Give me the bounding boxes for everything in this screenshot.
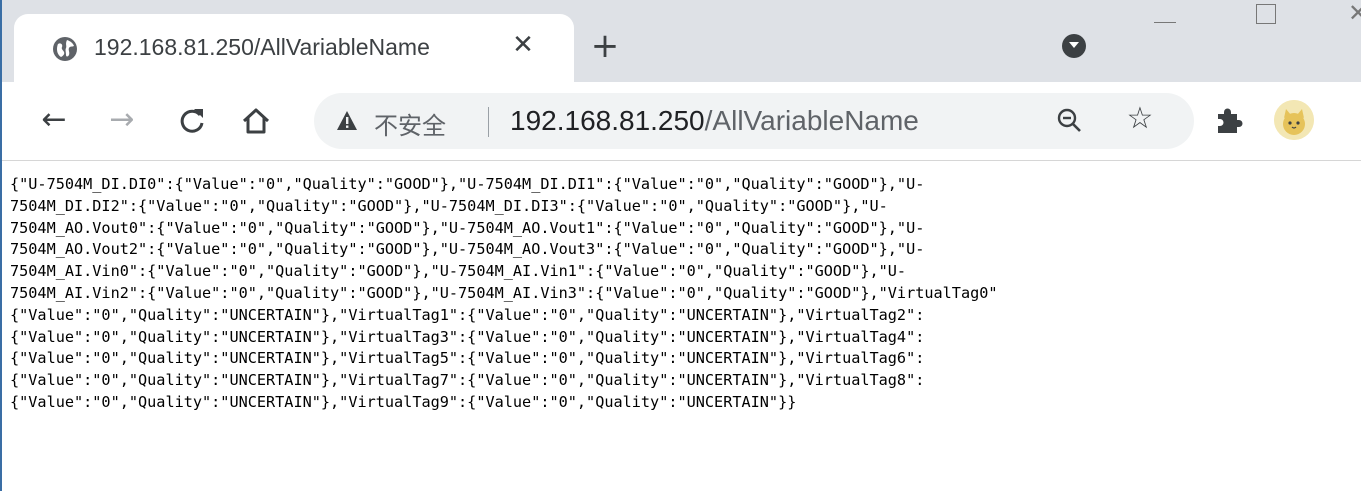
maximize-icon[interactable] [1256, 4, 1276, 24]
json-line: 7504M_AO.Vout2":{"Value":"0","Quality":"… [10, 240, 925, 259]
json-line: 7504M_AO.Vout0":{"Value":"0","Quality":"… [10, 218, 925, 237]
json-line: {"Value":"0","Quality":"UNCERTAIN"},"Vir… [10, 305, 925, 324]
security-status-label[interactable]: 不安全 [374, 106, 446, 141]
home-icon [242, 108, 270, 134]
json-line: {"Value":"0","Quality":"UNCERTAIN"},"Vir… [10, 371, 925, 390]
reload-button[interactable] [172, 101, 212, 141]
url-text[interactable]: 192.168.81.250/AllVariableName [510, 105, 919, 137]
home-button[interactable] [236, 101, 276, 141]
omnibox-divider [488, 107, 489, 137]
bookmark-star-icon[interactable]: ☆ [1122, 101, 1158, 137]
back-button[interactable]: ← [34, 100, 74, 140]
url-path: /AllVariableName [704, 105, 919, 136]
globe-icon [52, 36, 78, 62]
url-host: 192.168.81.250 [510, 105, 705, 136]
json-line: {"U-7504M_DI.DI0":{"Value":"0","Quality"… [10, 175, 925, 193]
close-icon[interactable]: ✕ [1348, 0, 1361, 28]
forward-button[interactable]: → [102, 100, 142, 140]
browser-toolbar: ← → 不安全 192.168.81.250/AllVariableName ☆ [2, 82, 1361, 161]
json-line: {"Value":"0","Quality":"UNCERTAIN"},"Vir… [10, 349, 925, 368]
new-tab-button[interactable]: + [587, 28, 623, 64]
extensions-puzzle-icon[interactable] [1209, 100, 1249, 140]
active-tab[interactable]: 192.168.81.250/AllVariableName ✕ [14, 14, 574, 82]
browser-window: 192.168.81.250/AllVariableName ✕ + ✕ ← → [0, 0, 1361, 491]
page-content: {"U-7504M_DI.DI0":{"Value":"0","Quality"… [10, 174, 1360, 414]
json-line: 7504M_AI.Vin2":{"Value":"0","Quality":"G… [10, 283, 998, 302]
json-line: 7504M_AI.Vin0":{"Value":"0","Quality":"G… [10, 262, 907, 281]
tab-strip: 192.168.81.250/AllVariableName ✕ + ✕ [2, 0, 1361, 82]
json-line: 7504M_DI.DI2":{"Value":"0","Quality":"GO… [10, 196, 888, 215]
tab-search-button[interactable] [1062, 34, 1086, 58]
warning-icon[interactable] [336, 110, 358, 132]
reload-icon [180, 109, 204, 133]
address-bar[interactable]: 不安全 192.168.81.250/AllVariableName ☆ [314, 93, 1194, 149]
tab-title: 192.168.81.250/AllVariableName [94, 34, 430, 60]
profile-avatar[interactable] [1274, 100, 1314, 140]
tab-close-button[interactable]: ✕ [508, 30, 538, 60]
zoom-icon[interactable] [1054, 105, 1086, 137]
minimize-icon[interactable] [1154, 10, 1176, 24]
json-line: {"Value":"0","Quality":"UNCERTAIN"},"Vir… [10, 392, 797, 411]
json-line: {"Value":"0","Quality":"UNCERTAIN"},"Vir… [10, 327, 925, 346]
json-response-text: {"U-7504M_DI.DI0":{"Value":"0","Quality"… [10, 174, 1360, 414]
